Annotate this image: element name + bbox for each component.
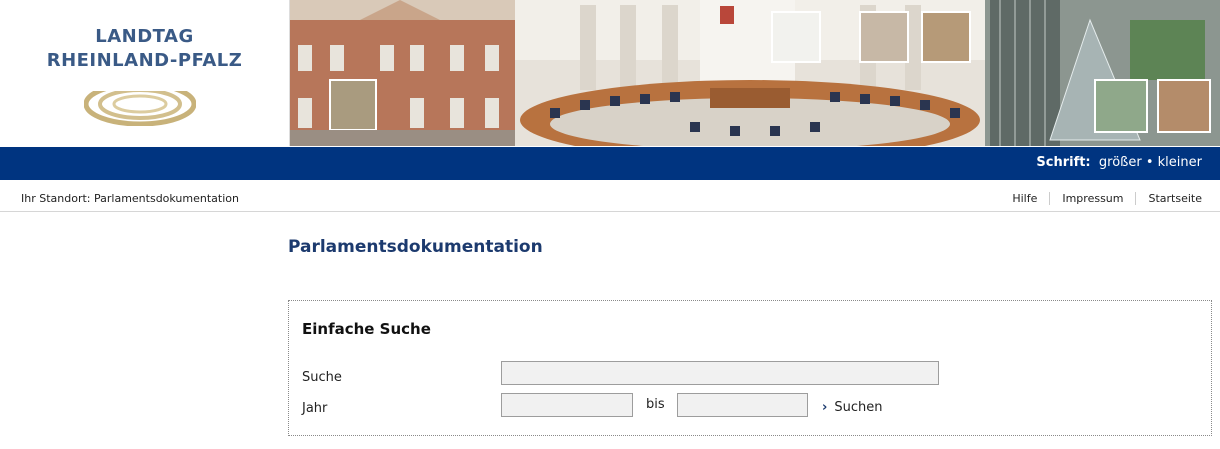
font-smaller-link[interactable]: kleiner — [1158, 155, 1202, 170]
landtag-logo[interactable]: LANDTAG RHEINLAND-PFALZ — [0, 0, 290, 146]
search-label: Suche — [302, 370, 342, 385]
breadcrumb: Ihr Standort: Parlamentsdokumentation — [21, 192, 239, 205]
font-larger-link[interactable]: größer — [1099, 155, 1142, 170]
search-submit-button[interactable]: › Suchen — [822, 400, 882, 415]
search-submit-label: Suchen — [834, 400, 883, 415]
simple-search-panel: Einfache Suche Suche Jahr bis › Suchen — [288, 300, 1212, 436]
page-title: Parlamentsdokumentation — [288, 237, 543, 257]
chevron-right-icon: › — [822, 400, 828, 415]
year-label: Jahr — [302, 401, 328, 416]
header-banner-image — [290, 0, 1220, 146]
year-from-input[interactable] — [501, 393, 633, 417]
font-separator: • — [1145, 155, 1154, 170]
imprint-link[interactable]: Impressum — [1049, 192, 1135, 205]
year-to-input[interactable] — [677, 393, 808, 417]
homepage-link[interactable]: Startseite — [1135, 192, 1202, 205]
search-panel-title: Einfache Suche — [302, 320, 431, 338]
breadcrumb-row: Ihr Standort: Parlamentsdokumentation Hi… — [0, 181, 1220, 212]
search-input[interactable] — [501, 361, 939, 385]
logo-line1: LANDTAG — [95, 26, 194, 47]
font-size-control: Schrift: größer • kleiner — [1036, 155, 1202, 170]
year-range-separator: bis — [646, 397, 665, 412]
help-link[interactable]: Hilfe — [1000, 192, 1049, 205]
parliament-emblem-icon — [84, 82, 196, 126]
meta-links: Hilfe Impressum Startseite — [1000, 192, 1202, 205]
site-header: LANDTAG RHEINLAND-PFALZ — [0, 0, 1220, 146]
font-size-label: Schrift: — [1036, 155, 1091, 170]
logo-line2: RHEINLAND-PFALZ — [46, 50, 243, 71]
font-size-bar: Schrift: größer • kleiner — [0, 147, 1220, 180]
